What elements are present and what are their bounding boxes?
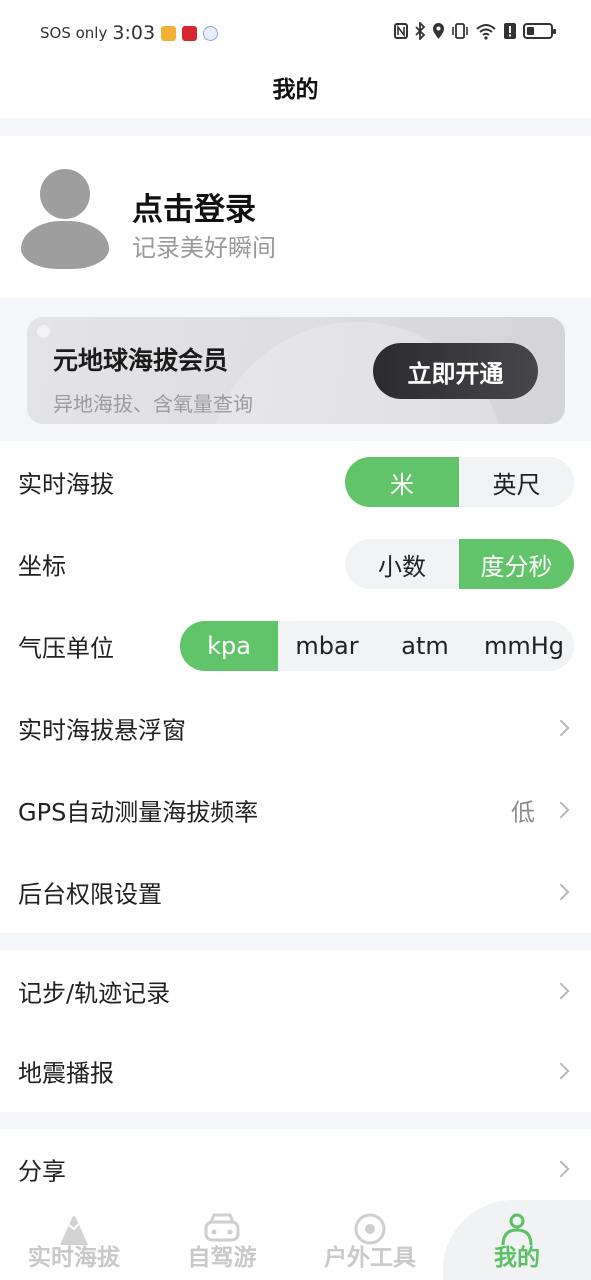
- pressure-unit-toggle[interactable]: kpa mbar atm mmHg: [180, 621, 574, 671]
- clock: 3:03: [112, 22, 156, 44]
- vip-activate-button[interactable]: 立即开通: [373, 343, 538, 399]
- carrier-text: SOS only: [40, 24, 108, 42]
- gps-frequency-value: 低: [511, 798, 535, 827]
- coordinate-format-row: 坐标 小数 度分秒: [0, 523, 591, 605]
- status-left: SOS only 3:03: [40, 22, 219, 44]
- share-row[interactable]: 分享: [0, 1129, 591, 1209]
- vibrate-icon: [452, 23, 468, 39]
- vip-banner[interactable]: 元地球海拔会员 异地海拔、含氧量查询 立即开通: [27, 317, 565, 424]
- earthquake-label: 地震播报: [18, 1059, 114, 1088]
- option-kpa[interactable]: kpa: [180, 621, 278, 671]
- notification-app-icon: [161, 25, 177, 41]
- decorative-dot: [37, 325, 50, 338]
- chevron-right-icon: [552, 982, 570, 1000]
- battery-icon: [523, 23, 556, 39]
- location-icon: [433, 23, 444, 39]
- chevron-right-icon: [552, 883, 570, 901]
- altitude-unit-label: 实时海拔: [18, 470, 114, 499]
- option-decimal[interactable]: 小数: [345, 539, 459, 589]
- tab-label: 实时海拔: [28, 1245, 120, 1271]
- pressure-unit-label: 气压单位: [18, 634, 114, 663]
- profile-card[interactable]: 点击登录 记录美好瞬间: [0, 136, 591, 298]
- avatar-body-icon: [21, 221, 109, 269]
- tab-label: 自驾游: [187, 1245, 257, 1271]
- option-atm[interactable]: atm: [376, 621, 474, 671]
- bottom-tab-bar: 实时海拔 自驾游 户外工具 我的: [0, 1200, 591, 1280]
- option-meter[interactable]: 米: [345, 457, 459, 507]
- altitude-unit-row: 实时海拔 米 英尺: [0, 441, 591, 523]
- vip-subtitle: 异地海拔、含氧量查询: [53, 392, 253, 416]
- title-bar: 我的: [0, 56, 591, 118]
- earthquake-row[interactable]: 地震播报: [0, 1030, 591, 1112]
- floating-window-row[interactable]: 实时海拔悬浮窗: [0, 687, 591, 769]
- option-feet[interactable]: 英尺: [459, 457, 574, 507]
- settings-group: 实时海拔 米 英尺 坐标 小数 度分秒 气压单位 kpa mbar atm mm…: [0, 441, 591, 933]
- tab-road-trip[interactable]: 自驾游: [148, 1200, 296, 1280]
- tab-label: 户外工具: [324, 1245, 416, 1271]
- share-group: 分享: [0, 1129, 591, 1200]
- alert-icon: [504, 23, 516, 39]
- tab-label: 我的: [494, 1245, 540, 1271]
- login-subtitle: 记录美好瞬间: [132, 234, 276, 262]
- gps-frequency-label: GPS自动测量海拔频率: [18, 798, 259, 827]
- chevron-right-icon: [552, 719, 570, 737]
- tab-outdoor-tools[interactable]: 户外工具: [296, 1200, 444, 1280]
- gps-frequency-row[interactable]: GPS自动测量海拔频率 低: [0, 769, 591, 851]
- option-mmhg[interactable]: mmHg: [474, 621, 574, 671]
- login-title[interactable]: 点击登录: [132, 184, 256, 229]
- pressure-unit-row: 气压单位 kpa mbar atm mmHg: [0, 605, 591, 687]
- track-record-row[interactable]: 记步/轨迹记录: [0, 950, 591, 1032]
- records-group: 记步/轨迹记录 地震播报: [0, 950, 591, 1112]
- wifi-icon: [476, 24, 496, 40]
- background-permission-row[interactable]: 后台权限设置: [0, 851, 591, 933]
- coordinate-format-label: 坐标: [18, 552, 66, 581]
- floating-window-label: 实时海拔悬浮窗: [18, 716, 186, 745]
- bluetooth-icon: [415, 22, 426, 40]
- track-record-label: 记步/轨迹记录: [18, 979, 171, 1008]
- notification-news-icon: [182, 25, 198, 41]
- option-mbar[interactable]: mbar: [278, 621, 376, 671]
- share-label: 分享: [18, 1157, 66, 1186]
- altitude-unit-toggle[interactable]: 米 英尺: [345, 457, 574, 507]
- vip-title: 元地球海拔会员: [53, 346, 229, 375]
- avatar[interactable]: [21, 169, 109, 269]
- option-dms[interactable]: 度分秒: [459, 539, 574, 589]
- tab-mine[interactable]: 我的: [443, 1200, 591, 1280]
- status-right: [394, 22, 556, 40]
- tab-altitude[interactable]: 实时海拔: [0, 1200, 148, 1280]
- chevron-right-icon: [552, 1062, 570, 1080]
- nfc-icon: [394, 23, 408, 39]
- background-permission-label: 后台权限设置: [18, 880, 162, 909]
- chevron-right-icon: [552, 801, 570, 819]
- chevron-right-icon: [552, 1160, 570, 1178]
- coordinate-format-toggle[interactable]: 小数 度分秒: [345, 539, 574, 589]
- avatar-head-icon: [40, 169, 90, 219]
- page-title: 我的: [272, 77, 319, 103]
- notification-shield-icon: [203, 25, 219, 41]
